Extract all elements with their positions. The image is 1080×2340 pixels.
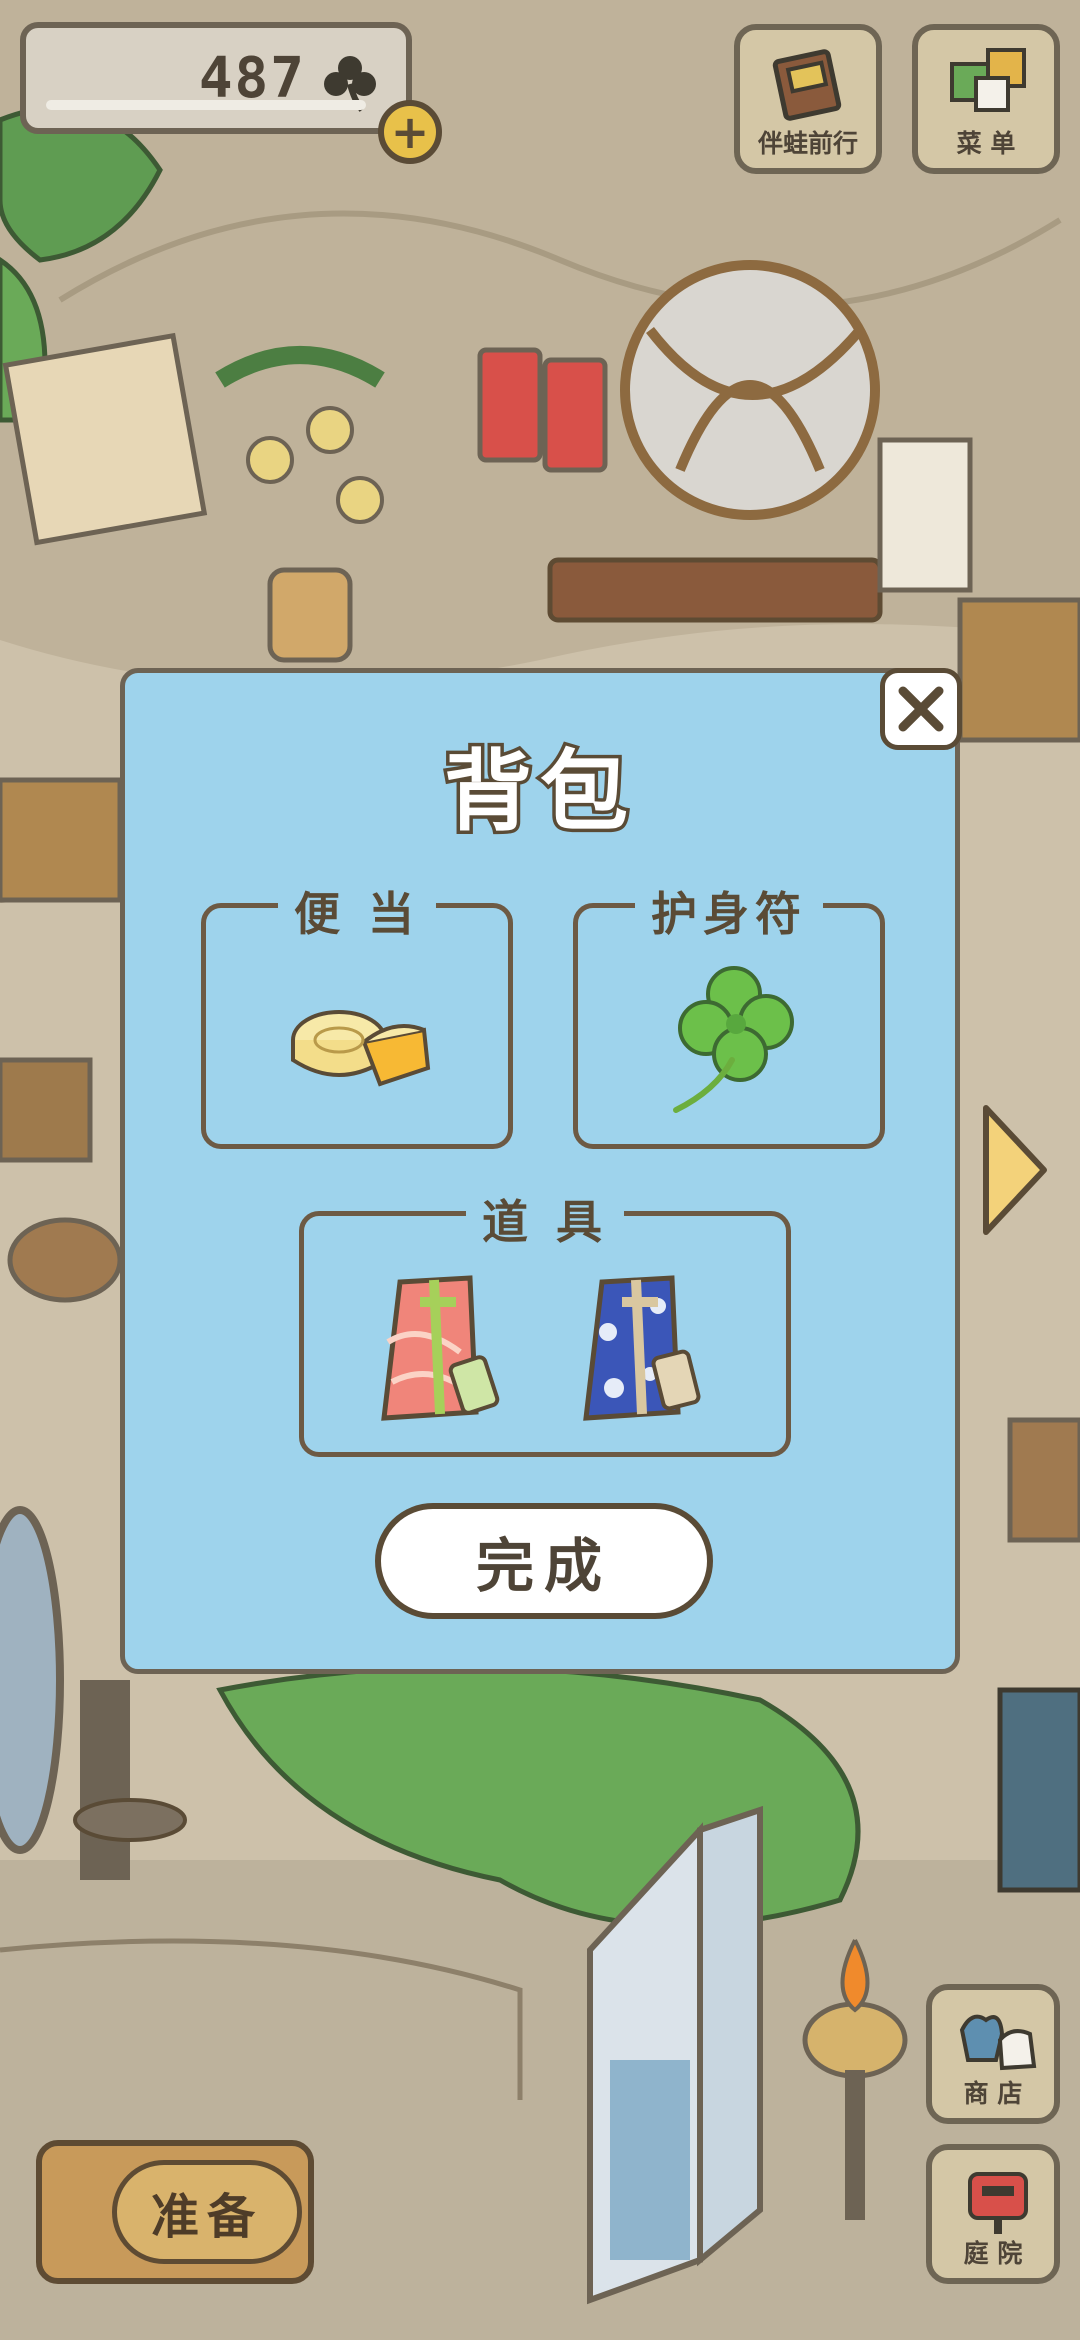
menu-button[interactable]: 菜 单 [912, 24, 1060, 174]
tools-slot-label: 道 具 [465, 1186, 625, 1252]
menu-cards-icon [950, 48, 1026, 112]
mailbox-icon [968, 2172, 1028, 2234]
travel-with-frog-button[interactable]: 伴蛙前行 [734, 24, 882, 174]
album-icon [772, 49, 842, 121]
clover-counter: 487 [20, 22, 412, 134]
charm-slot[interactable]: 护身符 [573, 878, 885, 1149]
tools-slot[interactable]: 道 具 [299, 1186, 791, 1457]
counter-underline [46, 100, 366, 110]
mooncake-icon [291, 1010, 431, 1087]
shop-button[interactable]: 商 店 [926, 1984, 1060, 2124]
charm-slot-label: 护身符 [635, 878, 823, 944]
menu-button-label: 菜 单 [956, 129, 1016, 158]
red-wrapped-bundle-icon [381, 1275, 500, 1421]
travel-button-label: 伴蛙前行 [757, 129, 858, 158]
blue-wrapped-bundle-icon [583, 1275, 701, 1421]
done-button[interactable]: 完成 [375, 1503, 713, 1619]
yard-button[interactable]: 庭 院 [926, 2144, 1060, 2284]
add-clover-button[interactable]: + [378, 100, 442, 164]
lunch-slot[interactable]: 便 当 [201, 878, 513, 1149]
backpack-dialog: 背包 便 当 护身符 道 具 完成 [120, 668, 960, 1674]
prepare-label: 准备 [150, 2189, 263, 2245]
close-dialog-button[interactable] [880, 668, 962, 750]
next-area-arrow-icon[interactable] [980, 1100, 1050, 1240]
done-label: 完成 [475, 1532, 612, 1600]
lunch-slot-label: 便 当 [277, 878, 437, 944]
shop-label: 商 店 [963, 2079, 1023, 2108]
plus-icon: + [390, 105, 430, 159]
prepare-button[interactable]: 准备 [36, 2140, 314, 2284]
four-leaf-clover-icon [673, 966, 794, 1113]
yard-label: 庭 院 [963, 2239, 1023, 2268]
dialog-title: 背包 [440, 737, 636, 847]
close-icon [898, 686, 944, 732]
shop-bags-icon [959, 2014, 1037, 2071]
